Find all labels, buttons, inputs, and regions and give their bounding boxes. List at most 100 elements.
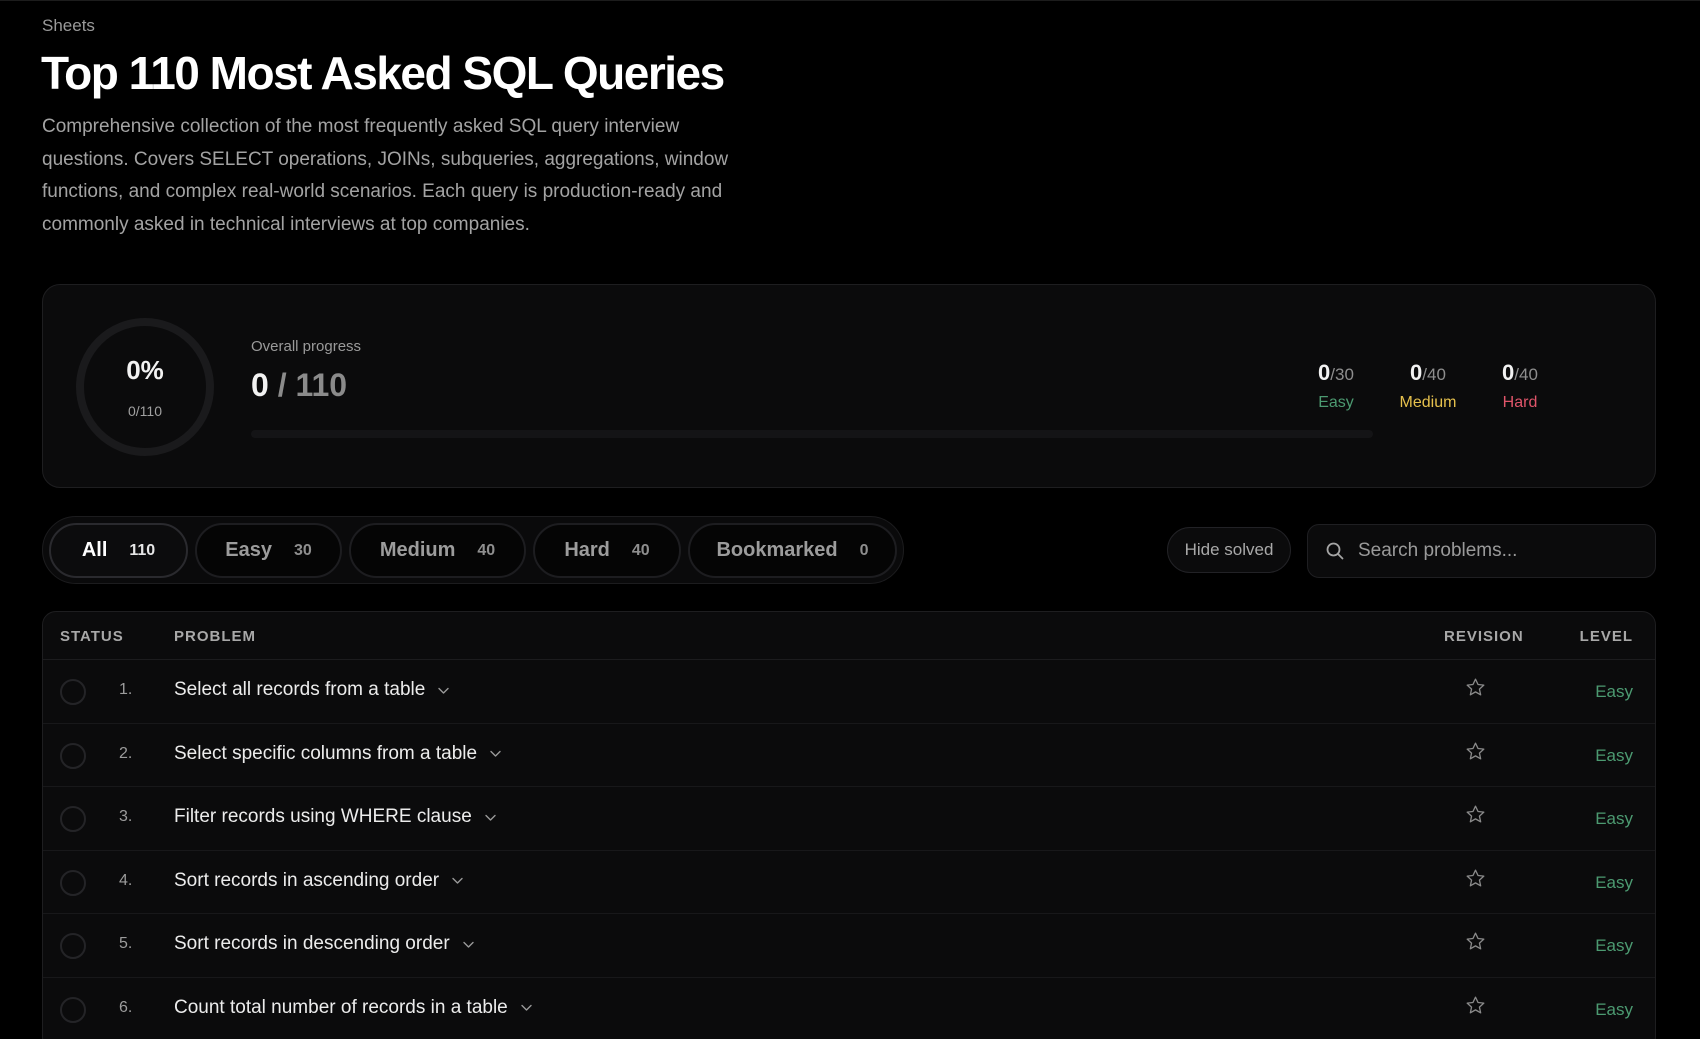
hard-progress: 0/40 Hard <box>1474 360 1566 412</box>
difficulty-filter-tabs: All 110 Easy 30 Medium 40 Hard 40 Bookma… <box>42 516 904 584</box>
chevron-down-icon[interactable] <box>462 938 475 951</box>
header-level[interactable]: LEVEL <box>1580 628 1633 645</box>
status-checkbox[interactable] <box>60 679 86 705</box>
table-row[interactable]: 1. Select all records from a table Easy <box>43 660 1655 724</box>
progress-ring-count: 0/110 <box>128 403 162 419</box>
total-count: 110 <box>295 367 348 403</box>
tab-count: 0 <box>859 541 869 559</box>
progress-percent: 0% <box>126 355 164 385</box>
progress-ring <box>76 318 214 456</box>
problem-title[interactable]: Sort records in ascending order <box>174 870 439 892</box>
status-checkbox[interactable] <box>60 742 86 769</box>
tab-hard[interactable]: Hard 40 <box>533 523 681 578</box>
header-revision[interactable]: REVISION <box>1444 628 1524 645</box>
problem-title-wrap[interactable]: Sort records in descending order <box>174 933 475 955</box>
problem-index: 6. <box>119 998 133 1016</box>
page-description: Comprehensive collection of the most fre… <box>42 116 729 235</box>
search-icon <box>1326 542 1344 560</box>
progress-card: 0% 0/110 Overall progress 0 / 110 0/30 E… <box>42 284 1656 488</box>
table-row[interactable]: 6. Count total number of records in a ta… <box>43 978 1655 1039</box>
table-row[interactable]: 3. Filter records using WHERE clause Eas… <box>43 787 1655 851</box>
problem-index: 4. <box>119 871 133 889</box>
chevron-down-icon[interactable] <box>437 684 450 697</box>
star-icon[interactable] <box>1465 804 1486 830</box>
problem-title[interactable]: Select specific columns from a table <box>174 743 477 765</box>
table-header: STATUS PROBLEM REVISION LEVEL <box>43 612 1655 660</box>
table-body: 1. Select all records from a table Easy … <box>43 660 1655 1039</box>
problem-title[interactable]: Filter records using WHERE clause <box>174 806 472 828</box>
easy-label: Easy <box>1318 394 1354 411</box>
easy-total: /30 <box>1330 365 1354 384</box>
level-badge: Easy <box>1595 936 1633 955</box>
hard-total: /40 <box>1514 365 1538 384</box>
status-checkbox[interactable] <box>60 996 86 1023</box>
medium-total: /40 <box>1422 365 1446 384</box>
medium-label: Medium <box>1399 394 1457 411</box>
problem-title[interactable]: Sort records in descending order <box>174 933 450 955</box>
table-row[interactable]: 4. Sort records in ascending order Easy <box>43 851 1655 914</box>
status-checkbox[interactable] <box>60 806 86 832</box>
level-badge: Easy <box>1595 682 1633 701</box>
tab-bookmarked[interactable]: Bookmarked 0 <box>688 523 897 578</box>
problem-title-wrap[interactable]: Select specific columns from a table <box>174 743 502 765</box>
problem-index: 3. <box>119 808 133 825</box>
breadcrumb[interactable]: Sheets <box>42 16 95 36</box>
tab-count: 40 <box>477 541 496 559</box>
status-checkbox[interactable] <box>60 933 86 959</box>
star-icon[interactable] <box>1465 741 1486 767</box>
page-title: Top 110 Most Asked SQL Queries <box>41 47 725 99</box>
level-badge: Easy <box>1595 872 1633 892</box>
top-divider <box>0 0 1700 1</box>
tab-label: All <box>81 539 108 561</box>
problem-title[interactable]: Select all records from a table <box>174 679 425 701</box>
problem-index: 2. <box>119 744 133 762</box>
problem-index: 1. <box>119 681 133 698</box>
tab-label: Bookmarked <box>716 539 838 561</box>
level-badge: Easy <box>1595 999 1633 1019</box>
star-icon[interactable] <box>1465 677 1486 703</box>
table-row[interactable]: 2. Select specific columns from a table … <box>43 724 1655 787</box>
tab-count: 40 <box>631 541 650 559</box>
medium-solved: 0 <box>1410 360 1423 385</box>
problem-title-wrap[interactable]: Count total number of records in a table <box>174 997 533 1019</box>
problem-title-wrap[interactable]: Filter records using WHERE clause <box>174 806 497 828</box>
header-problem[interactable]: PROBLEM <box>174 628 256 645</box>
header-status[interactable]: STATUS <box>60 628 124 645</box>
tab-count: 110 <box>129 541 156 559</box>
chevron-down-icon[interactable] <box>489 747 502 760</box>
tab-easy[interactable]: Easy 30 <box>195 523 342 578</box>
overall-progress-label: Overall progress <box>251 338 362 355</box>
hard-label: Hard <box>1502 394 1538 411</box>
star-icon[interactable] <box>1465 995 1486 1021</box>
problems-table: STATUS PROBLEM REVISION LEVEL 1. Select … <box>42 611 1656 1039</box>
easy-progress: 0/30 Easy <box>1290 360 1382 412</box>
table-row[interactable]: 5. Sort records in descending order Easy <box>43 914 1655 978</box>
tab-count: 30 <box>293 541 312 559</box>
status-checkbox[interactable] <box>60 869 86 896</box>
problem-title[interactable]: Count total number of records in a table <box>174 997 508 1019</box>
search-input[interactable] <box>1358 540 1638 562</box>
chevron-down-icon[interactable] <box>484 811 497 824</box>
search-box[interactable] <box>1307 524 1656 578</box>
level-badge: Easy <box>1595 745 1633 765</box>
level-badge: Easy <box>1595 809 1633 828</box>
problem-title-wrap[interactable]: Select all records from a table <box>174 679 450 701</box>
tab-all[interactable]: All 110 <box>49 523 188 578</box>
easy-solved: 0 <box>1318 360 1331 385</box>
problem-title-wrap[interactable]: Sort records in ascending order <box>174 870 464 892</box>
tab-medium[interactable]: Medium 40 <box>349 523 526 578</box>
solved-count: 0 <box>251 367 269 403</box>
hide-solved-toggle[interactable]: Hide solved <box>1167 527 1291 573</box>
tab-label: Hard <box>564 539 610 561</box>
tab-label: Medium <box>379 539 456 561</box>
medium-progress: 0/40 Medium <box>1382 360 1474 412</box>
hard-solved: 0 <box>1502 360 1515 385</box>
star-icon[interactable] <box>1465 931 1486 957</box>
chevron-down-icon[interactable] <box>451 874 464 887</box>
tab-label: Easy <box>225 539 272 561</box>
overall-progress-count: 0 / 110 <box>251 367 347 404</box>
star-icon[interactable] <box>1465 868 1486 894</box>
problem-index: 5. <box>119 935 133 952</box>
chevron-down-icon[interactable] <box>520 1001 533 1014</box>
overall-progress-bar <box>251 430 1373 438</box>
